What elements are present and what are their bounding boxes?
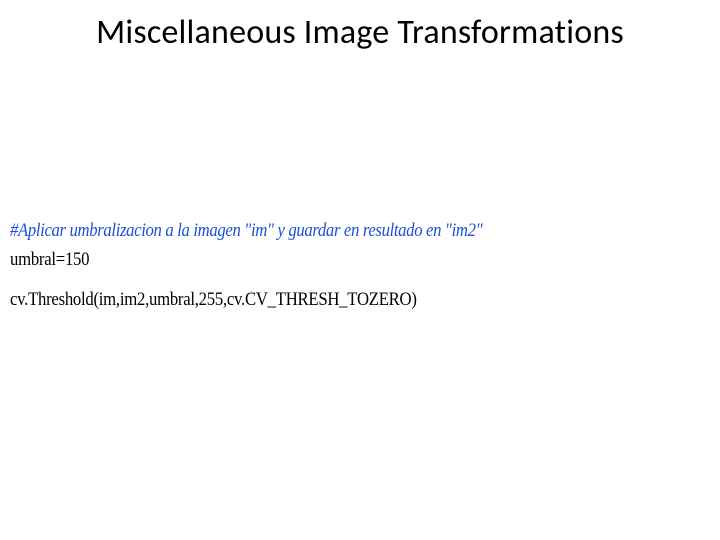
code-comment: #Aplicar umbralizacion a la imagen "im" … — [10, 216, 626, 245]
slide-title: Miscellaneous Image Transformations — [0, 12, 720, 53]
slide: Miscellaneous Image Transformations #Apl… — [0, 0, 720, 540]
code-assignment: umbral=150 — [10, 245, 626, 274]
code-snippet: #Aplicar umbralizacion a la imagen "im" … — [10, 216, 626, 314]
code-function-call: cv.Threshold(im,im2,umbral,255,cv.CV_THR… — [10, 285, 626, 314]
